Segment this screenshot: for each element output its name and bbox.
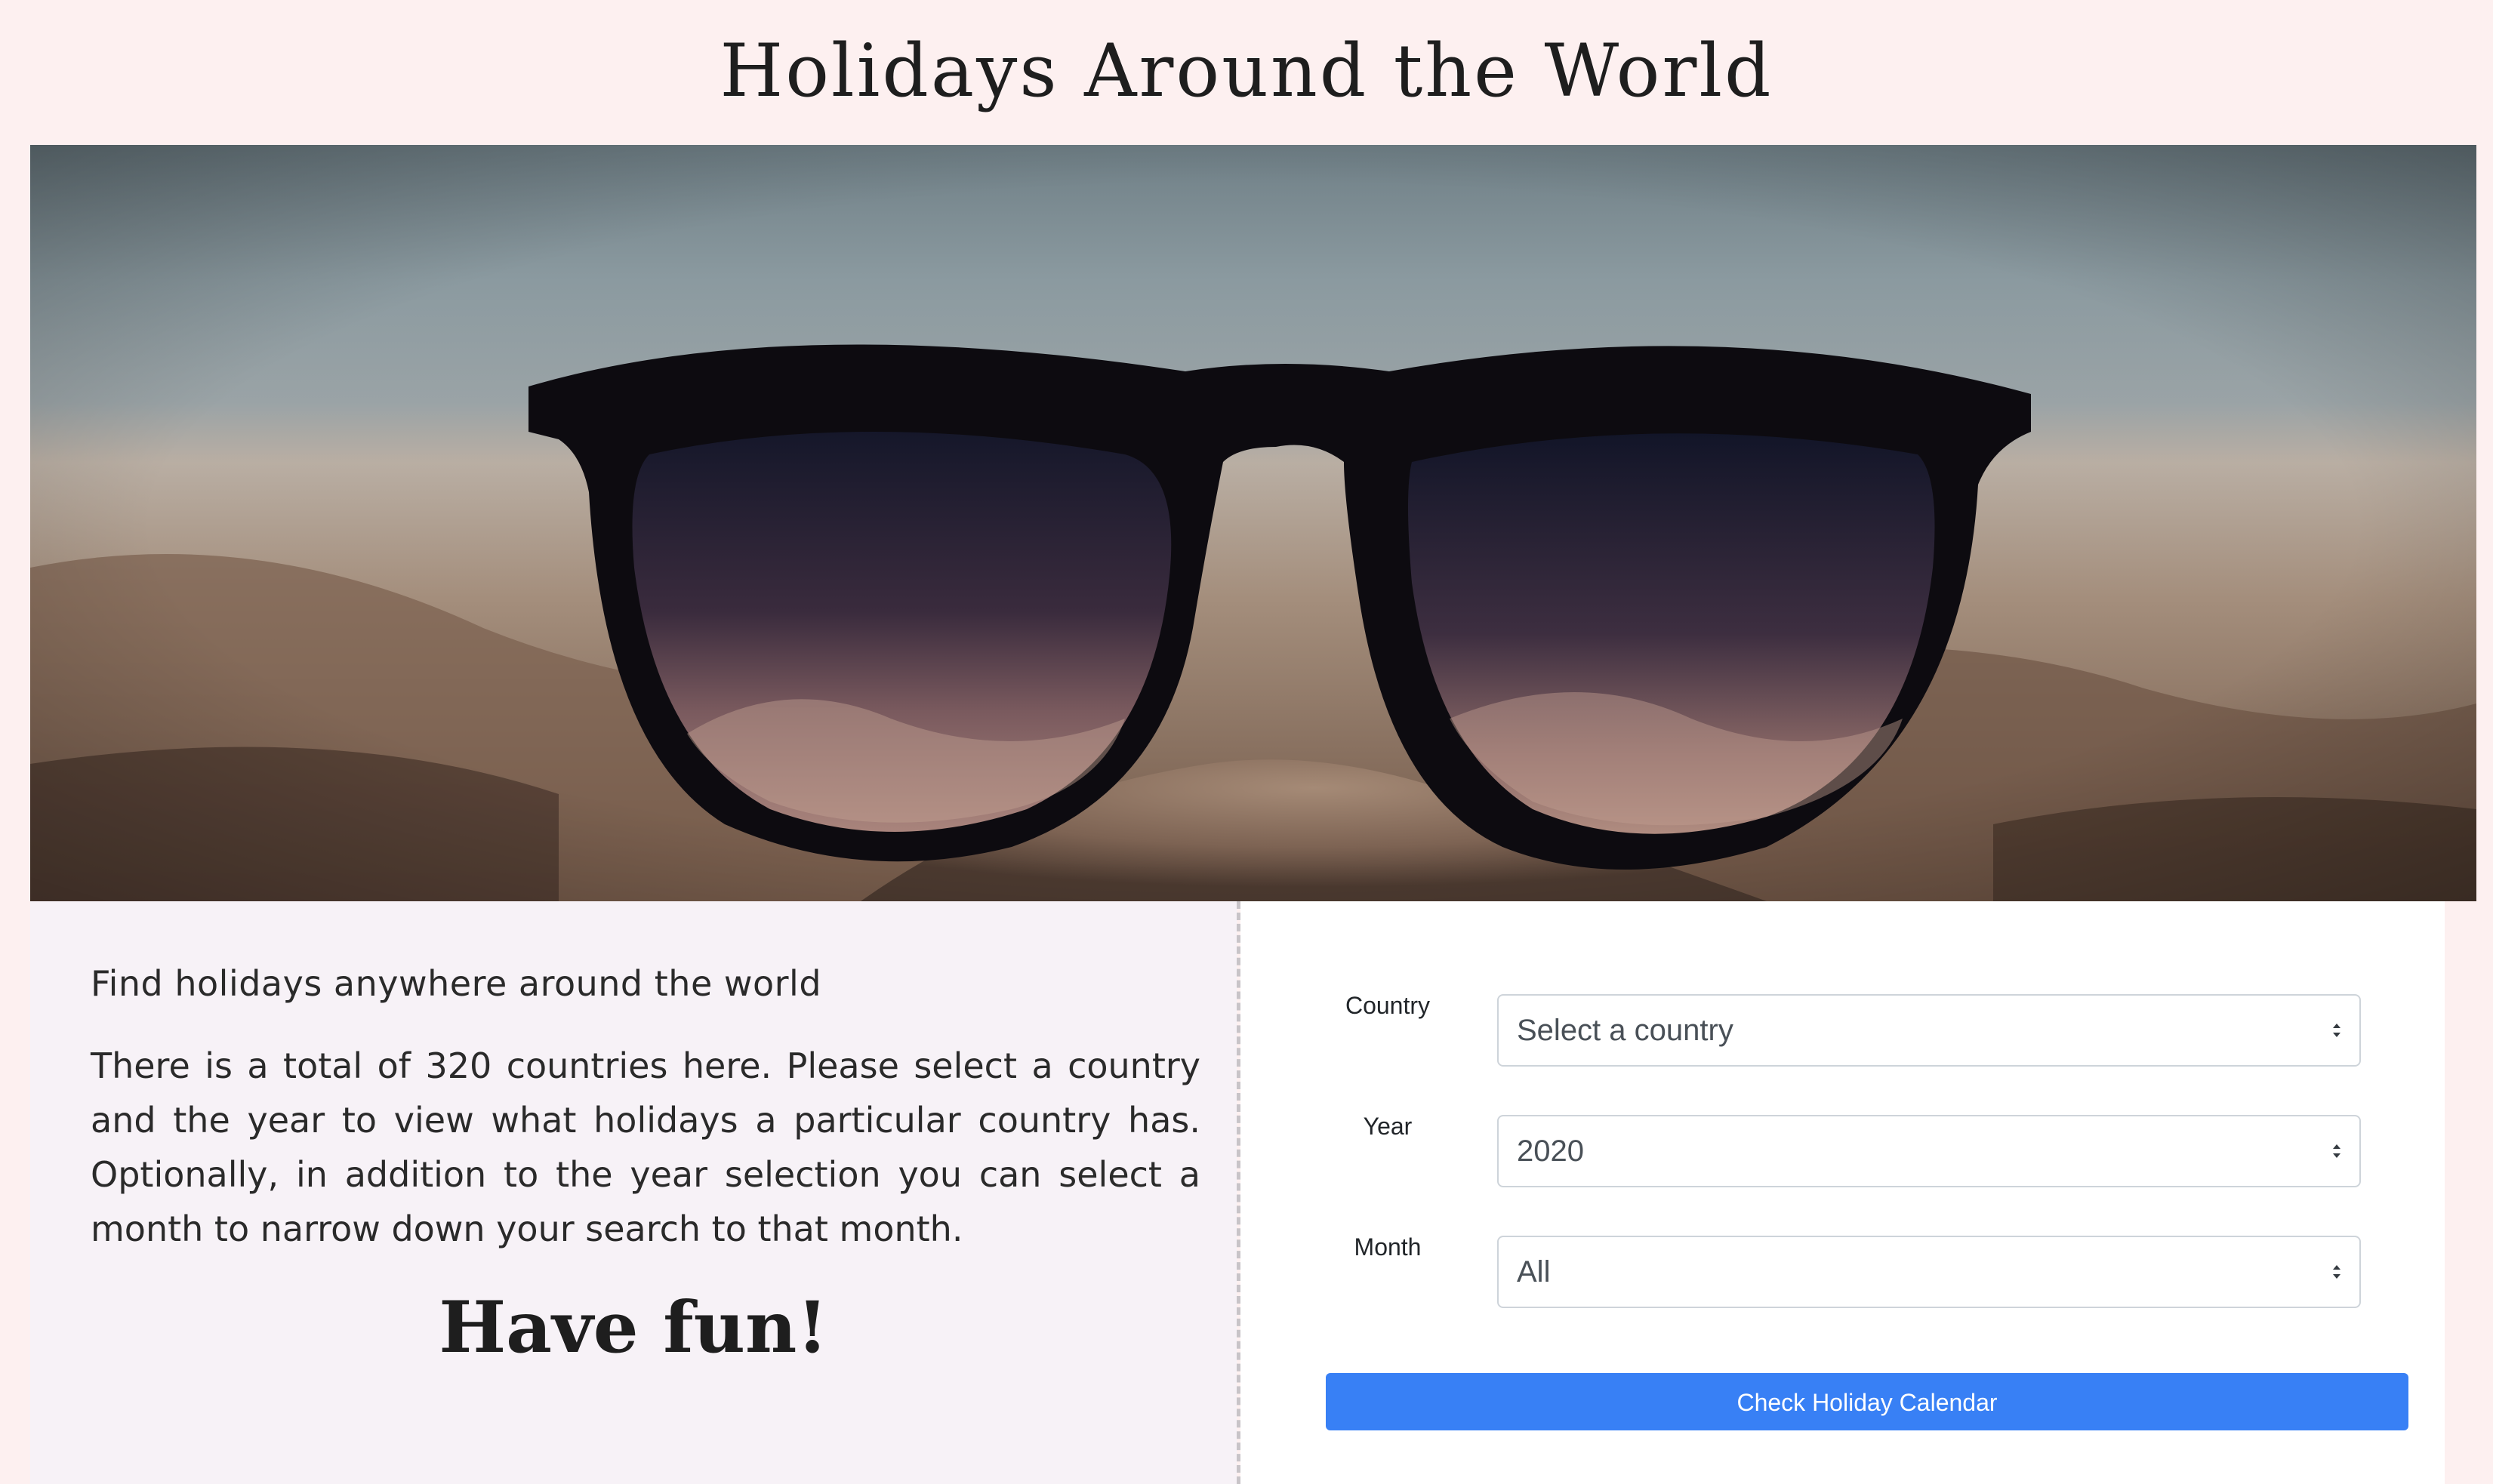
year-label: Year bbox=[1363, 1113, 1413, 1140]
year-select-value: 2020 bbox=[1517, 1135, 1584, 1168]
page-title: Holidays Around the World bbox=[720, 29, 1773, 113]
country-row: Country Select a country bbox=[1240, 987, 2445, 1067]
hero-image bbox=[30, 145, 2476, 901]
month-select-value: All bbox=[1517, 1255, 1551, 1288]
select-arrows-icon bbox=[2333, 1265, 2340, 1279]
year-row: Year 2020 bbox=[1240, 1107, 2445, 1187]
intro-description: There is a total of 320 countries here. … bbox=[91, 1045, 1200, 1249]
country-select[interactable]: Select a country bbox=[1497, 994, 2361, 1067]
month-label: Month bbox=[1354, 1233, 1422, 1261]
month-row: Month All bbox=[1240, 1228, 2445, 1308]
month-select[interactable]: All bbox=[1497, 1236, 2361, 1308]
select-arrows-icon bbox=[2333, 1024, 2340, 1037]
search-form: Country Select a country Year 2020 Month… bbox=[1240, 901, 2445, 1484]
year-select[interactable]: 2020 bbox=[1497, 1115, 2361, 1187]
select-arrows-icon bbox=[2333, 1144, 2340, 1158]
country-select-value: Select a country bbox=[1517, 1014, 1733, 1047]
intro-panel: Find holidays anywhere around the world … bbox=[30, 901, 1237, 1484]
intro-heading: Find holidays anywhere around the world bbox=[91, 963, 822, 1004]
country-label: Country bbox=[1345, 992, 1431, 1019]
check-holiday-calendar-button[interactable]: Check Holiday Calendar bbox=[1326, 1373, 2408, 1430]
sunglasses-on-sand-photo bbox=[30, 145, 2476, 901]
tagline: Have fun! bbox=[439, 1286, 828, 1369]
